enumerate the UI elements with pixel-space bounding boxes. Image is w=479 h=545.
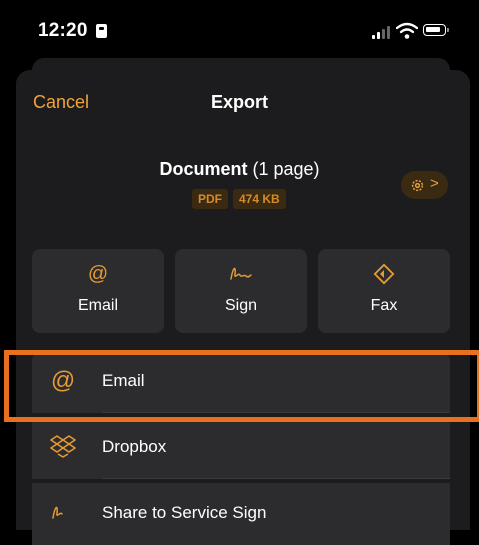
list-item-share-to-service-sign[interactable]: Share to Service Sign (32, 483, 450, 545)
size-badge: 474 KB (233, 189, 286, 209)
list-item-email[interactable]: @ Email (32, 351, 450, 413)
action-tile-label: Fax (370, 297, 398, 314)
signature-icon (175, 263, 307, 287)
list-item-label: Dropbox (102, 437, 167, 456)
document-name: Document (159, 159, 248, 179)
signature-icon (50, 500, 76, 526)
gear-icon (411, 179, 424, 192)
list-item-label: Share to Service Sign (102, 503, 267, 522)
action-tile-label: Sign (224, 297, 258, 314)
action-tile-email[interactable]: @ Email (32, 249, 164, 333)
sheet-title: Export (210, 92, 268, 112)
wifi-icon (396, 22, 418, 39)
list-item-dropbox[interactable]: Dropbox (32, 417, 450, 479)
export-settings-button[interactable]: > (401, 171, 448, 199)
status-bar: 12:20 (0, 0, 479, 60)
status-time: 12:20 (38, 20, 88, 41)
contact-card-icon (96, 24, 107, 38)
at-icon: @ (87, 263, 109, 285)
battery-icon (423, 24, 449, 36)
action-tile-fax[interactable]: Fax (318, 249, 450, 333)
dropbox-icon (50, 434, 76, 460)
fax-icon (318, 263, 450, 287)
row-divider (102, 412, 450, 413)
document-badges: PDF 474 KB (192, 189, 286, 209)
document-page-count: (1 page) (252, 159, 320, 179)
list-item-label: Email (102, 371, 145, 390)
cellular-signal-icon (372, 25, 392, 39)
at-icon: @ (50, 367, 76, 394)
action-tile-label: Email (77, 297, 118, 314)
format-badge: PDF (192, 189, 228, 209)
action-tile-sign[interactable]: Sign (175, 249, 307, 333)
chevron-right-icon: > (430, 175, 439, 192)
row-divider (102, 478, 450, 479)
